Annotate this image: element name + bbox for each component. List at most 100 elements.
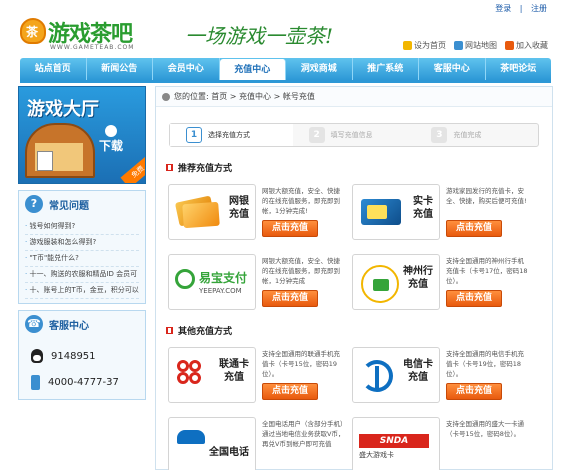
unicom-name: 联通卡 — [219, 359, 249, 370]
set-home-link[interactable]: 设为首页 — [403, 40, 446, 51]
util-links: 设为首页 网站地图 加入收藏 — [403, 40, 548, 51]
faq-item[interactable]: "T币"能兑什么? — [25, 251, 139, 267]
nav-item-promotion[interactable]: 推广系统 — [353, 58, 419, 80]
step-number: 2 — [308, 127, 325, 143]
free-badge: 免费 — [120, 155, 145, 183]
physical-name: 实卡 — [413, 196, 433, 207]
telecom-label: 电信卡 充值 — [403, 358, 433, 384]
other-section-title: 其他充值方式 — [166, 324, 552, 337]
home-icon — [403, 41, 412, 50]
customer-service-box: ☎ 客服中心 9148951 4000-4777-37 — [18, 310, 146, 400]
telecom-logo[interactable]: 电信卡 充值 — [352, 347, 440, 403]
payment-card-unicom: 联通卡 充值 支持全国通用的联通手机充值卡（卡号15位，密码19位）。 点击充值 — [168, 347, 348, 403]
snda-name: SNDA — [359, 434, 429, 448]
fixed-phone-desc: 全国电话用户（含部分手机）通过当地电信业务获取V币，再兑V币到帐户即可充值 — [262, 420, 345, 448]
ebank-logo[interactable]: 网银 充值 — [168, 184, 256, 240]
location-icon — [162, 92, 170, 101]
qq-row[interactable]: 9148951 — [19, 345, 145, 367]
nav-item-service[interactable]: 客服中心 — [419, 58, 486, 80]
physical-pay-button[interactable]: 点击充值 — [446, 220, 502, 237]
breadcrumb-text: 您的位置: 首页 > 充值中心 > 帐号充值 — [174, 92, 315, 101]
game-hall-banner[interactable]: 游戏大厅 下载 免费 — [18, 86, 146, 184]
other-grid: 联通卡 充值 支持全国通用的联通手机充值卡（卡号15位，密码19位）。 点击充值… — [168, 347, 552, 470]
login-link[interactable]: 登录 — [495, 4, 511, 13]
payment-card-telecom: 电信卡 充值 支持全国通用的电信手机充值卡（卡号19位，密码18位）。 点击充值 — [352, 347, 532, 403]
flag-icon — [166, 164, 173, 171]
unicom-name-sub: 充值 — [224, 372, 244, 383]
favorite-link[interactable]: 加入收藏 — [505, 40, 548, 51]
snda-logo[interactable]: SNDA 盛大游戏卡 — [352, 417, 440, 470]
ebank-pay-button[interactable]: 点击充值 — [262, 220, 318, 237]
breadcrumb: 您的位置: 首页 > 充值中心 > 帐号充值 — [156, 87, 552, 107]
yeepay-pay-button[interactable]: 点击充值 — [262, 290, 318, 307]
nav-item-recharge[interactable]: 充值中心 — [219, 59, 286, 80]
recommended-grid: 网银 充值 网银大额充值，安全、快捷的在线充值服务，即充即到帐，1分钟完成! 点… — [168, 184, 552, 310]
snda-desc: 支持全国通用的盛大一卡通（卡号15位，密码8位）。 — [446, 420, 524, 438]
faq-item[interactable]: 钱号如何得到? — [25, 219, 139, 235]
nav-item-member[interactable]: 会员中心 — [153, 58, 220, 80]
step-number: 1 — [186, 127, 202, 143]
faq-header: ? 常见问题 — [19, 191, 145, 217]
szx-pay-button[interactable]: 点击充值 — [446, 290, 502, 307]
top-links: 登录 | 注册 — [492, 3, 550, 14]
payment-card-ebank: 网银 充值 网银大额充值，安全、快捷的在线充值服务，即充即到帐，1分钟完成! 点… — [168, 184, 348, 240]
logo-url: WWW.GAMETEAB.COM — [50, 44, 135, 51]
nav-item-forum[interactable]: 茶吧论坛 — [486, 58, 552, 80]
register-link[interactable]: 注册 — [531, 4, 547, 13]
booth-illustration — [25, 123, 95, 178]
payment-card-physical: 实卡 充值 游戏家园发行的充值卡，安全、快捷，购买后便可充值! 点击充值 — [352, 184, 532, 240]
step-complete: 3 充值完成 — [415, 124, 538, 146]
telecom-name-sub: 充值 — [408, 372, 428, 383]
ebank-name: 网银 — [229, 196, 249, 207]
faq-title: 常见问题 — [49, 200, 89, 212]
szx-name: 神州行 — [403, 266, 433, 277]
divider: | — [519, 4, 523, 13]
payment-card-fixed-phone: 全国电话 全国电话用户（含部分手机）通过当地电信业务获取V币，再兑V币到帐户即可… — [168, 417, 348, 470]
step-label: 充值完成 — [453, 131, 482, 139]
map-icon — [454, 41, 463, 50]
ebank-label: 网银 充值 — [229, 195, 249, 221]
main-nav: 站点首页 新闻公告 会员中心 充值中心 洞戏商城 推广系统 客服中心 茶吧论坛 — [20, 58, 551, 80]
bank-card-icon — [182, 201, 220, 229]
snda-name-sub: 盛大游戏卡 — [359, 451, 394, 459]
physical-name-sub: 充值 — [413, 209, 433, 220]
cs-title: 客服中心 — [49, 320, 89, 332]
unicom-logo[interactable]: 联通卡 充值 — [168, 347, 256, 403]
nav-item-home[interactable]: 站点首页 — [20, 58, 87, 80]
unicom-pay-button[interactable]: 点击充值 — [262, 383, 318, 400]
yeepay-name: 易宝支付 — [199, 271, 248, 285]
slogan: 一场游戏一壶茶! — [185, 24, 334, 48]
nav-item-news[interactable]: 新闻公告 — [87, 58, 153, 80]
payment-card-szx: 神州行 充值 支持全国通用的神州行手机充值卡（卡号17位，密码18位）。 点击充… — [352, 254, 532, 310]
physical-card-logo[interactable]: 实卡 充值 — [352, 184, 440, 240]
telephone-icon — [177, 430, 205, 444]
phone-icon — [31, 374, 40, 390]
site-logo[interactable]: 游戏茶吧 WWW.GAMETEAB.COM — [20, 14, 160, 56]
faq-item[interactable]: 游戏服装和怎么得到? — [25, 235, 139, 251]
site-map-label: 网站地图 — [465, 41, 497, 50]
download-icon — [105, 125, 117, 137]
main-content: 您的位置: 首页 > 充值中心 > 帐号充值 1 选择充值方式 2 填写充值信息… — [155, 86, 553, 470]
prepaid-card-icon — [361, 199, 401, 225]
faq-item[interactable]: 十、账号上的T币，金豆，积分可以 — [25, 283, 139, 299]
faq-item[interactable]: 十一、购送的农服和精品ID 会员可 — [25, 267, 139, 283]
ebank-name-sub: 充值 — [229, 209, 249, 220]
flag-icon — [166, 327, 173, 334]
phone-number: 4000-4777-37 — [48, 376, 119, 388]
fixed-phone-name: 全国电话 — [209, 447, 249, 458]
telecom-pay-button[interactable]: 点击充值 — [446, 383, 502, 400]
fixed-phone-logo[interactable]: 全国电话 — [168, 417, 256, 470]
qq-number: 9148951 — [51, 350, 96, 362]
nav-item-mall[interactable]: 洞戏商城 — [286, 58, 353, 80]
yeepay-logo[interactable]: 易宝支付 YEEPAY.COM — [168, 254, 256, 310]
szx-logo[interactable]: 神州行 充值 — [352, 254, 440, 310]
headset-icon: ☎ — [25, 315, 43, 333]
set-home-label: 设为首页 — [414, 41, 446, 50]
faq-list: 钱号如何得到? 游戏服装和怎么得到? "T币"能兑什么? 十一、购送的农服和精品… — [19, 217, 145, 303]
payment-card-yeepay: 易宝支付 YEEPAY.COM 网银大额充值，安全、快捷的在线充值服务，即充即到… — [168, 254, 348, 310]
star-icon — [505, 41, 514, 50]
other-title-text: 其他充值方式 — [178, 327, 233, 337]
unicom-label: 联通卡 充值 — [219, 358, 249, 384]
step-fill-info: 2 填写充值信息 — [293, 124, 416, 146]
site-map-link[interactable]: 网站地图 — [454, 40, 497, 51]
